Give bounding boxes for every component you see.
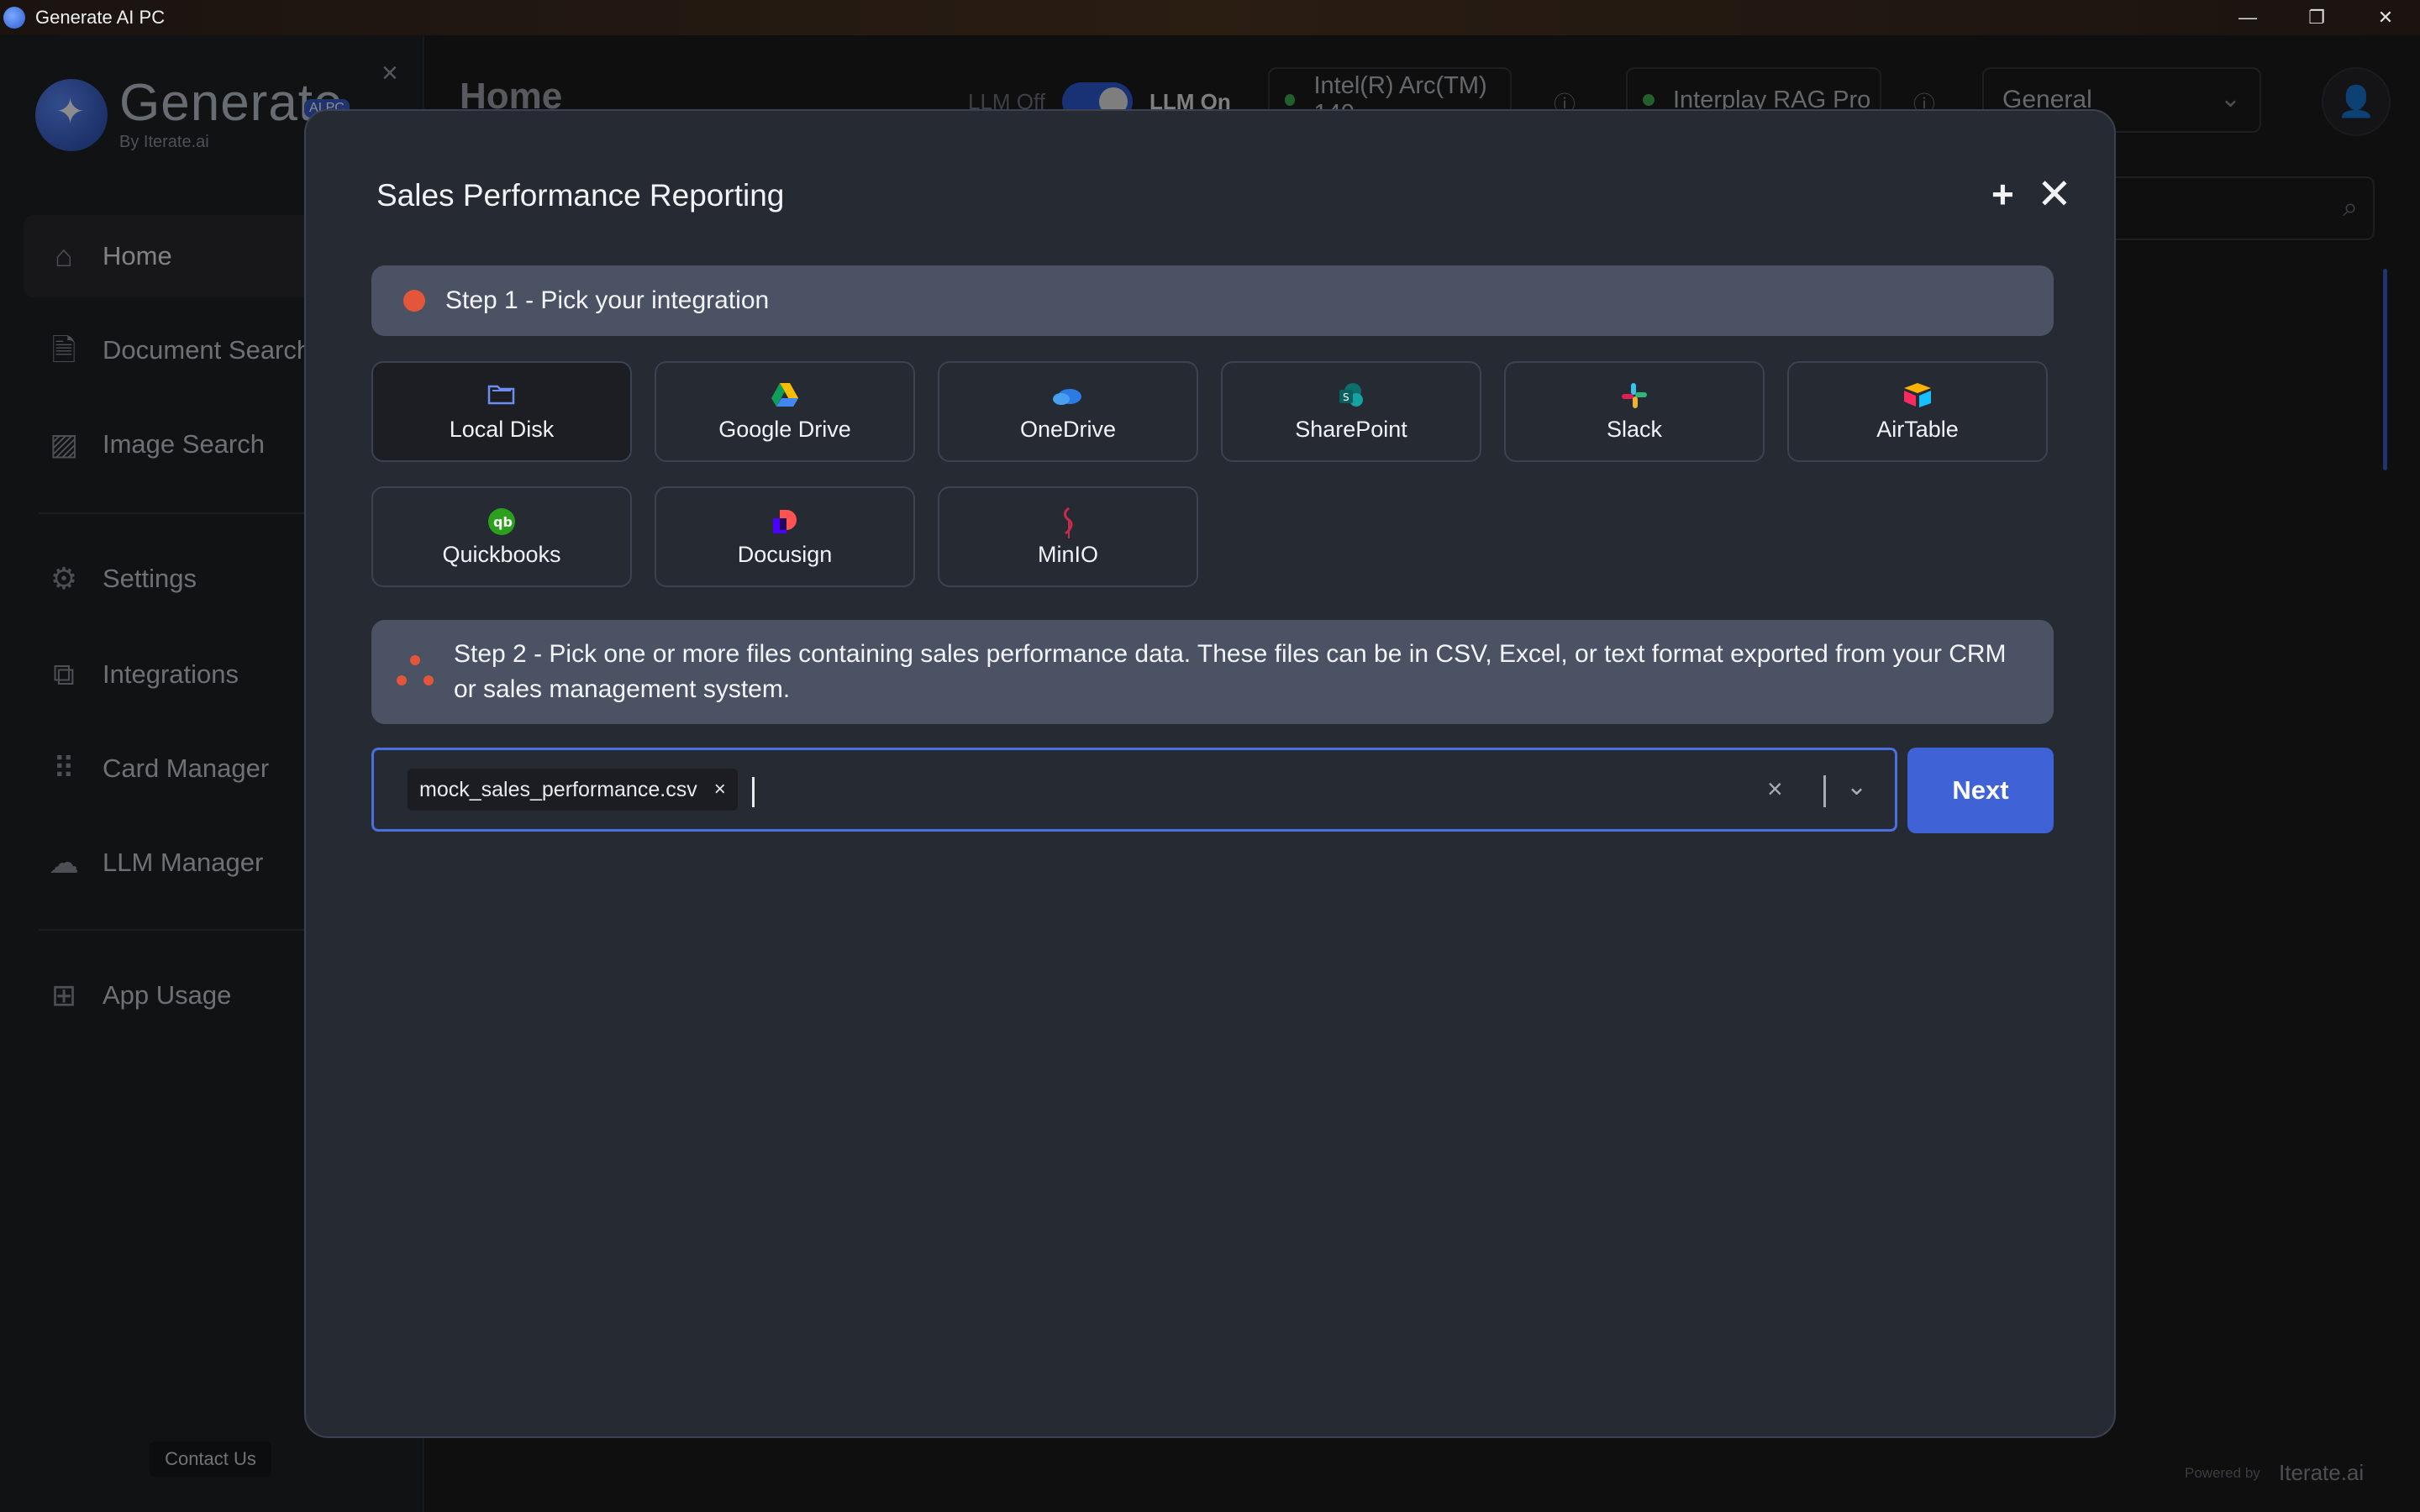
integration-quickbooks[interactable]: qb Quickbooks: [371, 486, 632, 587]
sharepoint-icon: S: [1336, 381, 1366, 413]
selected-file-label: mock_sales_performance.csv: [419, 777, 697, 801]
window-title: Generate AI PC: [35, 7, 166, 28]
step-indicator-icon: [403, 290, 425, 312]
integration-label: SharePoint: [1295, 416, 1407, 442]
integration-label: Slack: [1606, 416, 1663, 442]
svg-text:S: S: [1343, 391, 1349, 403]
integration-label: Docusign: [737, 541, 833, 567]
minio-icon: [1055, 507, 1081, 538]
svg-text:qb: qb: [493, 514, 513, 530]
integration-minio[interactable]: MinIO: [938, 486, 1198, 587]
google-drive-icon: [770, 381, 800, 413]
slack-icon: [1620, 381, 1649, 413]
selected-file-chip: mock_sales_performance.csv ×: [408, 769, 738, 811]
integration-google-drive[interactable]: Google Drive: [655, 361, 915, 462]
integration-label: Google Drive: [718, 416, 851, 442]
app-icon: [3, 7, 25, 29]
onedrive-icon: [1051, 381, 1085, 413]
docusign-icon: [770, 507, 800, 538]
integration-docusign[interactable]: Docusign: [655, 486, 915, 587]
integration-modal: Sales Performance Reporting + ✕ Step 1 -…: [304, 109, 2116, 1438]
integration-label: AirTable: [1876, 416, 1959, 442]
step-2-text: Step 2 - Pick one or more files containi…: [454, 640, 2007, 703]
integration-label: OneDrive: [1019, 416, 1117, 442]
text-caret: [752, 777, 755, 807]
modal-title: Sales Performance Reporting: [376, 178, 785, 213]
clear-selection-icon[interactable]: ×: [1767, 774, 1783, 805]
airtable-icon: [1902, 381, 1933, 413]
close-icon[interactable]: ✕: [2037, 170, 2072, 218]
minimize-button[interactable]: —: [2213, 0, 2282, 35]
folder-icon: [487, 381, 517, 413]
title-bar: Generate AI PC — ❐ ✕: [0, 0, 2420, 35]
integration-label: Quickbooks: [442, 541, 561, 567]
chevron-down-icon[interactable]: ⌄: [1846, 772, 1867, 801]
remove-file-icon[interactable]: ×: [714, 778, 726, 801]
step-1-text: Step 1 - Pick your integration: [445, 286, 770, 314]
restore-button[interactable]: ❐: [2282, 0, 2351, 35]
integration-local-disk[interactable]: Local Disk: [371, 361, 632, 462]
file-multiselect[interactable]: mock_sales_performance.csv × × ⌄: [371, 748, 1897, 832]
step-progress-icon: [397, 655, 434, 689]
add-icon[interactable]: +: [1991, 171, 2014, 217]
integration-airtable[interactable]: AirTable: [1787, 361, 2048, 462]
window-close-button[interactable]: ✕: [2351, 0, 2420, 35]
window-controls: — ❐ ✕: [2213, 0, 2420, 35]
integration-label: MinIO: [1037, 541, 1098, 567]
next-button[interactable]: Next: [1907, 748, 2054, 833]
quickbooks-icon: qb: [487, 507, 517, 538]
integration-sharepoint[interactable]: S SharePoint: [1221, 361, 1481, 462]
select-separator: [1823, 775, 1826, 807]
step-2-banner: Step 2 - Pick one or more files containi…: [371, 620, 2054, 724]
step-1-banner: Step 1 - Pick your integration: [371, 265, 2054, 336]
integration-slack[interactable]: Slack: [1504, 361, 1765, 462]
integration-label: Local Disk: [449, 416, 555, 442]
integration-onedrive[interactable]: OneDrive: [938, 361, 1198, 462]
